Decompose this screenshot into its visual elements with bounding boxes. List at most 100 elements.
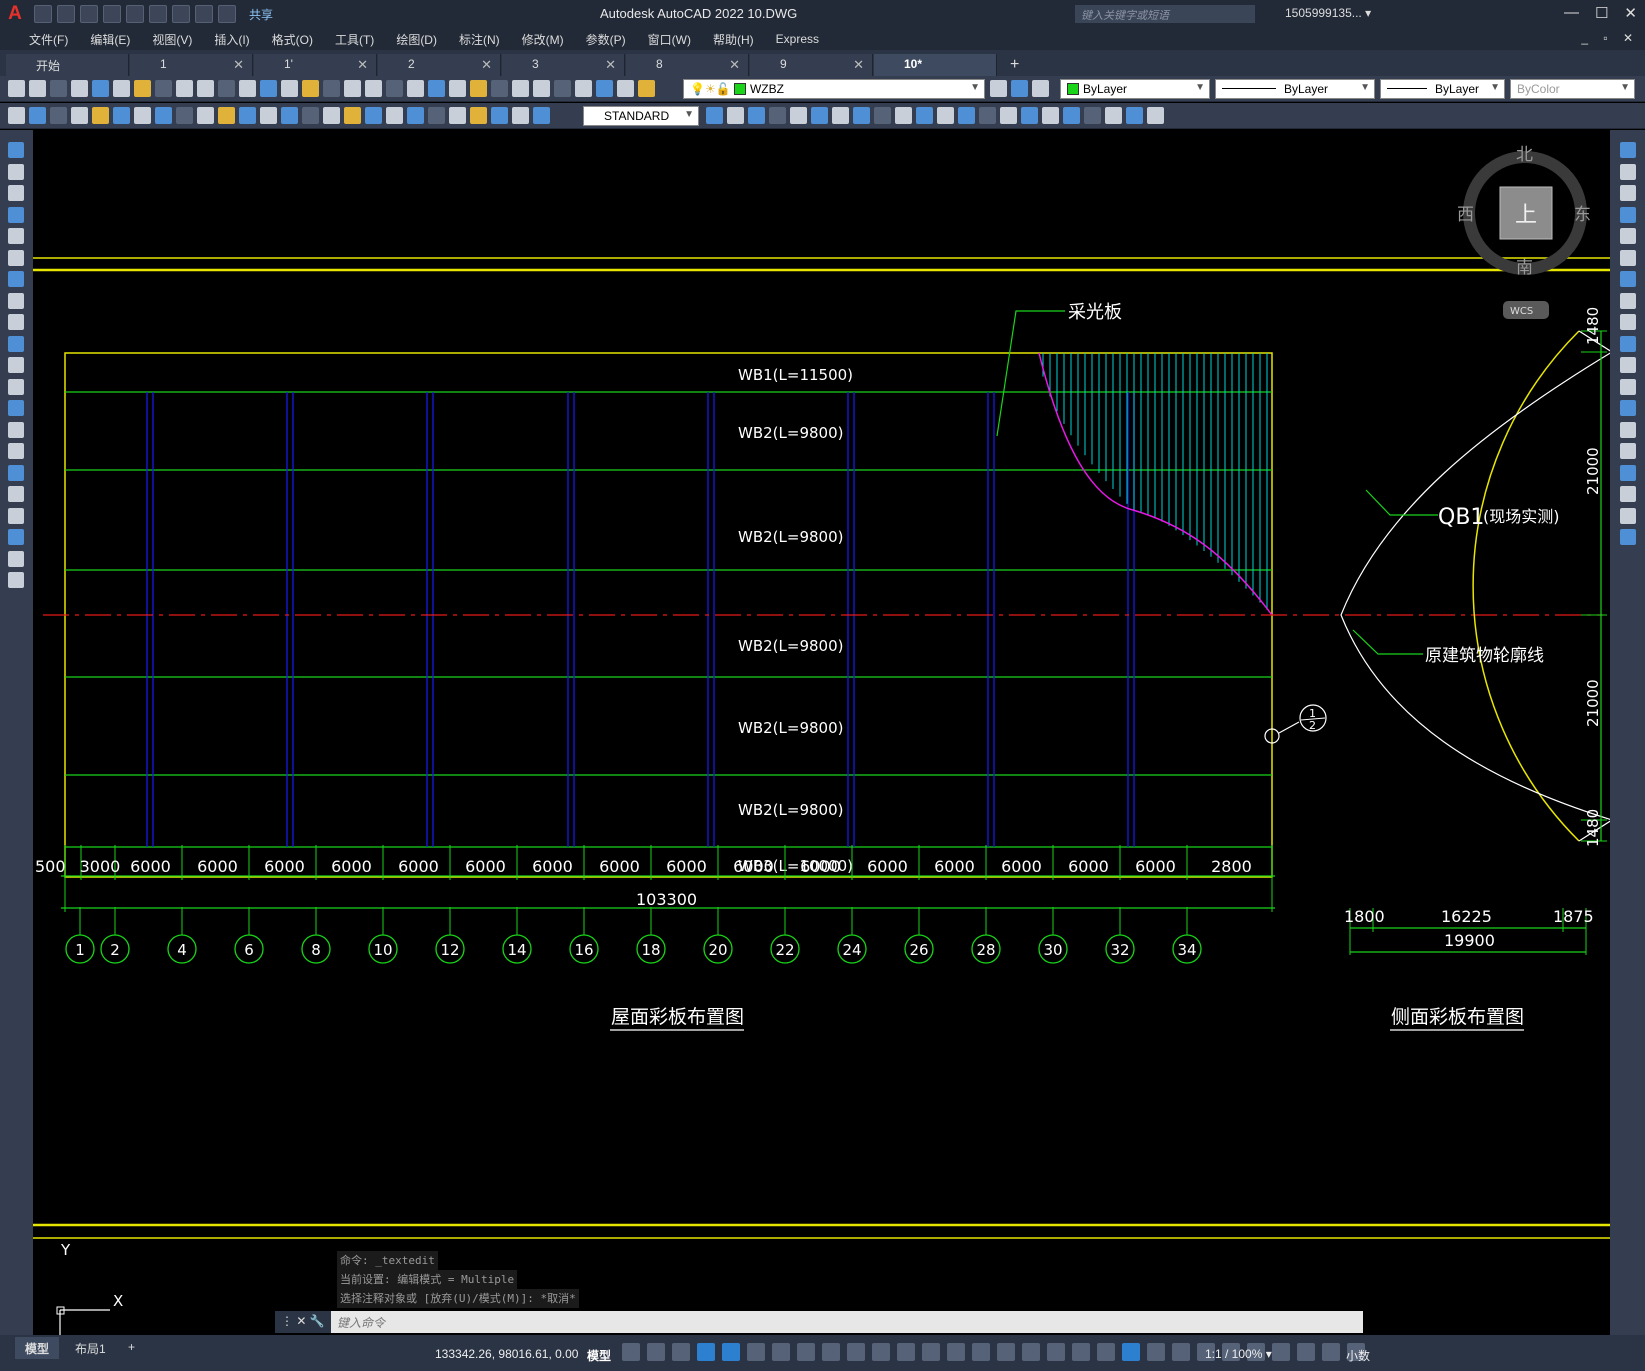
toolbar-icon[interactable] — [323, 80, 340, 97]
status-toggle-icon[interactable] — [1147, 1343, 1165, 1361]
tool-icon[interactable] — [8, 142, 24, 158]
file-tab[interactable]: 2 ✕ — [378, 54, 501, 76]
toolbar-icon[interactable] — [407, 80, 424, 97]
toolbar-icon[interactable] — [1011, 80, 1028, 97]
status-toggle-icon[interactable] — [1272, 1343, 1290, 1361]
tool-icon[interactable] — [1620, 228, 1636, 244]
menu-item[interactable]: 帮助(H) — [702, 31, 765, 48]
toolbar-icon[interactable] — [239, 80, 256, 97]
status-toggle-icon[interactable] — [872, 1343, 890, 1361]
toolbar-icon[interactable] — [832, 107, 849, 124]
toolbar-icon[interactable] — [197, 107, 214, 124]
tool-icon[interactable] — [1620, 292, 1636, 309]
command-line-controls[interactable]: ⋮ ✕ 🔧 — [275, 1311, 331, 1333]
tool-icon[interactable] — [1620, 335, 1636, 352]
tool-icon[interactable] — [1620, 421, 1636, 438]
toolbar-icon[interactable] — [990, 80, 1007, 97]
status-toggle-icon[interactable] — [1097, 1343, 1115, 1361]
tool-icon[interactable] — [1620, 378, 1636, 395]
viewcube[interactable] — [1463, 151, 1587, 319]
toolbar-icon[interactable] — [1084, 107, 1101, 124]
toolbar-icon[interactable] — [1021, 107, 1038, 124]
tool-icon[interactable] — [8, 572, 24, 588]
tab-model[interactable]: 模型 — [15, 1337, 60, 1359]
file-tab[interactable]: 1' ✕ — [254, 54, 377, 76]
toolbar-icon[interactable] — [155, 107, 172, 124]
toolbar-icon[interactable] — [1000, 107, 1017, 124]
linetype-combo[interactable]: ByLayer ▼ — [1215, 79, 1375, 99]
toolbar-icon[interactable] — [874, 107, 891, 124]
toolbar-icon[interactable] — [533, 107, 550, 124]
lineweight-combo[interactable]: ByLayer ▼ — [1380, 79, 1505, 99]
menu-item[interactable]: Express — [765, 32, 830, 46]
coordinates-readout[interactable]: 133342.26, 98016.61, 0.00 — [435, 1347, 578, 1361]
menu-item[interactable]: 窗口(W) — [637, 31, 702, 48]
status-toggle-icon[interactable] — [622, 1343, 640, 1361]
new-tab-button[interactable]: + — [998, 56, 1031, 76]
toolbar-icon[interactable] — [197, 80, 214, 97]
status-toggle-icon[interactable] — [972, 1343, 990, 1361]
viewcube-east[interactable]: 东 — [1574, 205, 1591, 225]
maximize-icon[interactable]: ☐ — [1595, 4, 1608, 22]
model-space-toggle[interactable]: 模型 — [587, 1347, 611, 1364]
close-tab-icon[interactable]: ✕ — [233, 57, 244, 73]
tool-icon[interactable] — [8, 357, 24, 373]
status-toggle-icon[interactable] — [922, 1343, 940, 1361]
status-toggle-icon[interactable] — [697, 1343, 715, 1361]
document-window-controls[interactable]: _ ▫ ✕ — [1581, 31, 1639, 45]
open-icon[interactable] — [57, 5, 75, 23]
share-button[interactable]: 共享 — [249, 6, 273, 23]
tool-icon[interactable] — [8, 486, 24, 502]
import-icon[interactable] — [126, 5, 144, 23]
status-toggle-icon[interactable] — [797, 1343, 815, 1361]
annotation-scale[interactable]: 1:1 / 100% ▾ — [1205, 1347, 1272, 1361]
toolbar-icon[interactable] — [407, 107, 424, 124]
toolbar-icon[interactable] — [554, 80, 571, 97]
user-account[interactable]: 1505999135... ▾ — [1285, 6, 1371, 20]
toolbar-icon[interactable] — [71, 107, 88, 124]
status-toggle-icon[interactable] — [772, 1343, 790, 1361]
toolbar-icon[interactable] — [239, 107, 256, 124]
toolbar-icon[interactable] — [1032, 80, 1049, 97]
status-toggle-icon[interactable] — [897, 1343, 915, 1361]
toolbar-icon[interactable] — [449, 80, 466, 97]
minimize-icon[interactable]: — — [1564, 4, 1579, 22]
tool-icon[interactable] — [1620, 357, 1636, 373]
toolbar-icon[interactable] — [533, 80, 550, 97]
toolbar-icon[interactable] — [176, 107, 193, 124]
close-tab-icon[interactable]: ✕ — [729, 57, 740, 73]
tool-icon[interactable] — [1620, 163, 1636, 180]
tool-icon[interactable] — [1620, 529, 1636, 545]
command-input[interactable]: 键入命令 — [337, 1314, 385, 1331]
toolbar-icon[interactable] — [302, 80, 319, 97]
toolbar-icon[interactable] — [218, 107, 235, 124]
close-tab-icon[interactable]: ✕ — [853, 57, 864, 73]
toolbar-icon[interactable] — [638, 80, 655, 97]
toolbar-icon[interactable] — [895, 107, 912, 124]
file-tab[interactable]: 9 ✕ — [750, 54, 873, 76]
toolbar-icon[interactable] — [1105, 107, 1122, 124]
toolbar-icon[interactable] — [979, 107, 996, 124]
toolbar-icon[interactable] — [449, 107, 466, 124]
toolbar-icon[interactable] — [748, 107, 765, 124]
redo-icon[interactable] — [218, 5, 236, 23]
viewcube-top-face[interactable]: 上 — [1515, 203, 1537, 228]
file-tab[interactable]: 8 ✕ — [626, 54, 749, 76]
viewcube-north[interactable]: 北 — [1516, 145, 1533, 165]
menu-item[interactable]: 标注(N) — [448, 31, 511, 48]
close-tab-icon[interactable]: ✕ — [357, 57, 368, 73]
export-icon[interactable] — [149, 5, 167, 23]
toolbar-icon[interactable] — [428, 80, 445, 97]
tool-icon[interactable] — [8, 507, 24, 524]
toolbar-icon[interactable] — [134, 107, 151, 124]
status-toggle-icon[interactable] — [722, 1343, 740, 1361]
toolbar-icon[interactable] — [8, 107, 25, 124]
add-layout-button[interactable]: + — [118, 1337, 145, 1359]
tool-icon[interactable] — [1620, 142, 1636, 158]
tool-icon[interactable] — [8, 529, 24, 545]
tool-icon[interactable] — [1620, 185, 1636, 201]
status-toggle-icon[interactable] — [672, 1343, 690, 1361]
file-tab[interactable]: 开始 — [6, 54, 129, 76]
toolbar-icon[interactable] — [155, 80, 172, 97]
toolbar-icon[interactable] — [92, 80, 109, 97]
